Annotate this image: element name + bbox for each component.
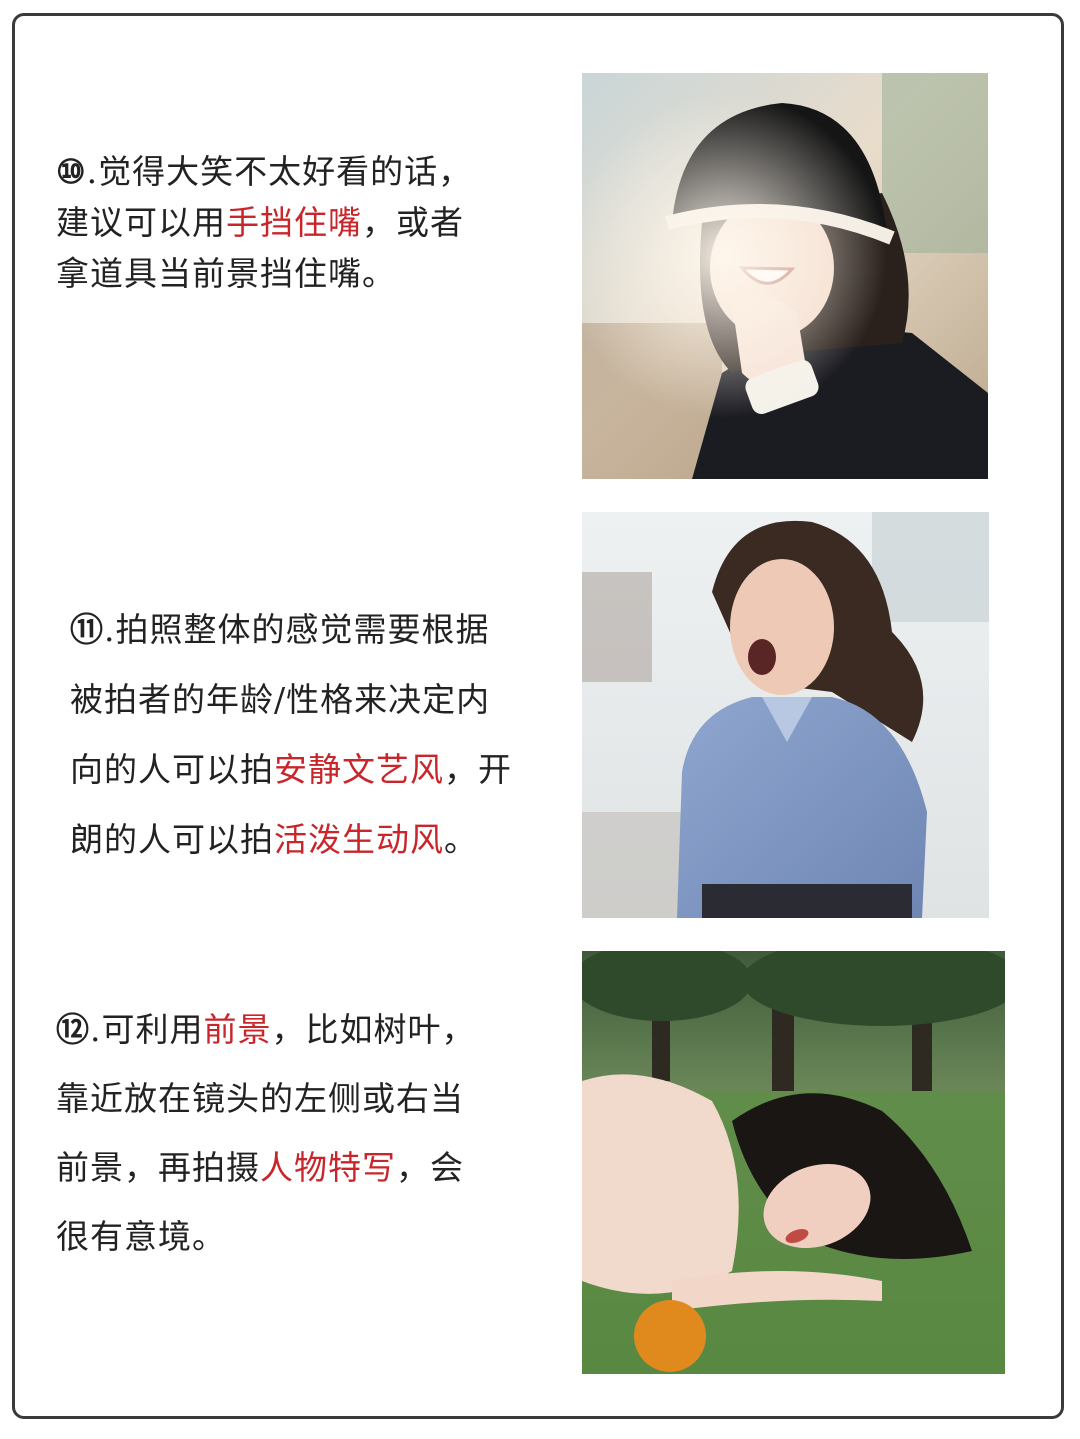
tip-12-highlight-closeup: 人物特写 (260, 1148, 396, 1187)
tip-10-highlight: 手挡住嘴 (226, 203, 362, 242)
tip-11-line-3: 向的人可以拍安静文艺风，开 (70, 735, 512, 805)
tip-12-line-1: ⑫.可利用前景，比如树叶， (56, 995, 476, 1064)
tip-11-line-4: 朗的人可以拍活泼生动风。 (70, 805, 512, 875)
tip-12-text: ⑫.可利用前景，比如树叶， 靠近放在镜头的左侧或右当 前景，再拍摄人物特写，会 … (56, 995, 476, 1271)
tip-12-line-1-seg-3: ，比如树叶， (271, 1010, 476, 1049)
tip-12-highlight-foreground: 前景 (203, 1010, 272, 1049)
tip-12-line-3-seg-1: 前景，再拍摄 (56, 1148, 260, 1187)
tip-11-line-1-seg-1: .拍照整体的感觉需要根据 (104, 610, 490, 649)
tip-12-line-2-seg-1: 靠近放在镜头的左侧或右当 (56, 1079, 464, 1118)
tip-12-line-3-seg-3: ，会 (396, 1148, 464, 1187)
photo-laughing-girl-hat (582, 73, 988, 479)
tip-10-line-3-seg-1: 拿道具当前景挡住嘴。 (56, 254, 396, 293)
tip-12-line-1-seg-1: .可利用 (90, 1010, 204, 1049)
tip-10-line-1: ⑩.觉得大笑不太好看的话， (56, 146, 472, 197)
tip-12-line-4: 很有意境。 (56, 1202, 476, 1271)
tip-11-highlight-lively: 活泼生动风 (274, 820, 444, 859)
tip-10-text: ⑩.觉得大笑不太好看的话， 建议可以用手挡住嘴，或者 拿道具当前景挡住嘴。 (56, 146, 472, 299)
tip-11-line-3-seg-3: ，开 (444, 750, 512, 789)
tip-12-line-3: 前景，再拍摄人物特写，会 (56, 1133, 476, 1202)
tip-11-line-2-seg-1: 被拍者的年龄/性格来决定内 (70, 680, 491, 719)
tip-11-line-3-seg-1: 向的人可以拍 (70, 750, 274, 789)
tip-11-highlight-quiet: 安静文艺风 (274, 750, 444, 789)
tip-10-line-2: 建议可以用手挡住嘴，或者 (56, 197, 472, 248)
tip-10-line-3: 拿道具当前景挡住嘴。 (56, 248, 472, 299)
tip-11-line-4-seg-1: 朗的人可以拍 (70, 820, 274, 859)
photo-girl-blue-shirt (582, 512, 989, 918)
tip-10-line-2-seg-3: ，或者 (362, 203, 464, 242)
tip-11-line-2: 被拍者的年龄/性格来决定内 (70, 665, 512, 735)
photo-girl-lying-grass (582, 951, 1005, 1374)
tip-10-line-2-seg-1: 建议可以用 (56, 203, 226, 242)
tip-12-number: ⑫ (56, 1010, 90, 1049)
tip-11-number: ⑪ (70, 610, 104, 649)
tip-10-line-1-seg-1: .觉得大笑不太好看的话， (86, 152, 473, 191)
tip-12-line-4-seg-1: 很有意境。 (56, 1217, 226, 1256)
tip-12-line-2: 靠近放在镜头的左侧或右当 (56, 1064, 476, 1133)
tip-11-line-1: ⑪.拍照整体的感觉需要根据 (70, 595, 512, 665)
tip-10-number: ⑩ (56, 152, 87, 191)
tip-11-text: ⑪.拍照整体的感觉需要根据 被拍者的年龄/性格来决定内 向的人可以拍安静文艺风，… (70, 595, 512, 875)
tip-11-line-4-seg-3: 。 (444, 820, 478, 859)
